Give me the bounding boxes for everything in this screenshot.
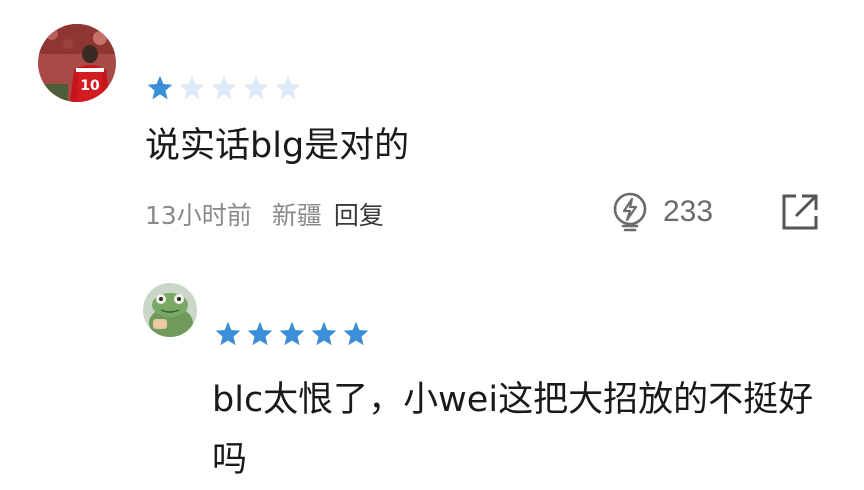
avatar[interactable]: 10 (38, 24, 116, 102)
lightning-bulb-icon (613, 192, 647, 232)
comment-time: 13小时前 (145, 201, 252, 230)
share-button[interactable] (780, 192, 820, 236)
share-external-icon (782, 194, 818, 230)
star-filled-icon (343, 321, 369, 346)
star-filled-icon (215, 321, 241, 346)
comment-text: 说实话blg是对的 (145, 126, 410, 166)
comment-text: blc太恨了，小wei这把大招放的不挺好吗 (212, 380, 814, 480)
avatar[interactable] (143, 283, 197, 337)
star-empty-icon (179, 75, 205, 100)
star-empty-icon (275, 75, 301, 100)
avatar-image (143, 283, 197, 337)
svg-text:10: 10 (80, 78, 100, 94)
star-filled-icon (311, 321, 337, 346)
star-empty-icon (243, 75, 269, 100)
star-rating (146, 74, 302, 102)
like-count: 233 (663, 195, 714, 228)
star-filled-icon (279, 321, 305, 346)
avatar-image: 10 (38, 24, 116, 102)
comment-location: 新疆 (271, 201, 322, 230)
comment-meta: 13小时前 新疆 回复 (145, 196, 384, 232)
star-rating (214, 320, 370, 348)
star-filled-icon (147, 75, 173, 100)
star-empty-icon (211, 75, 237, 100)
like-button[interactable]: 233 (611, 192, 713, 232)
star-filled-icon (247, 321, 273, 346)
reply-button[interactable]: 回复 (334, 196, 384, 232)
